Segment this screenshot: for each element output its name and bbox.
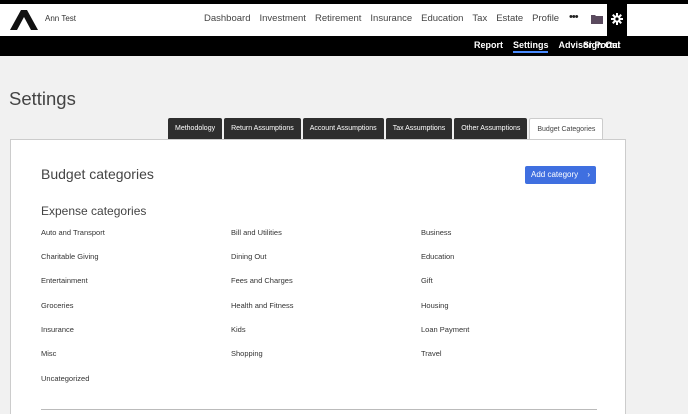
- category-item[interactable]: Entertainment: [41, 276, 88, 285]
- category-item[interactable]: Housing: [421, 301, 449, 310]
- budget-categories-panel: Budget categories Add category › Expense…: [10, 139, 626, 414]
- category-item[interactable]: Travel: [421, 349, 442, 358]
- tab-budget-categories[interactable]: Budget Categories: [529, 118, 604, 139]
- tab-return-assumptions[interactable]: Return Assumptions: [224, 118, 301, 139]
- subnav-item-report[interactable]: Report: [474, 40, 503, 53]
- category-item[interactable]: Charitable Giving: [41, 252, 99, 261]
- page-title: Settings: [9, 88, 76, 109]
- nav-item-tax[interactable]: Tax: [472, 13, 487, 24]
- category-item[interactable]: Loan Payment: [421, 325, 469, 334]
- more-icon[interactable]: •••: [569, 11, 579, 23]
- expense-categories-heading: Expense categories: [41, 204, 147, 218]
- nav-item-profile[interactable]: Profile: [532, 13, 559, 24]
- add-category-button[interactable]: Add category ›: [525, 166, 596, 184]
- nav-item-insurance[interactable]: Insurance: [370, 13, 412, 24]
- nav-links: Dashboard Investment Retirement Insuranc…: [204, 13, 568, 24]
- panel-title: Budget categories: [41, 166, 154, 182]
- panel-divider: [41, 409, 597, 410]
- nav-item-investment[interactable]: Investment: [259, 13, 305, 24]
- main-navbar: Ann Test Dashboard Investment Retirement…: [0, 4, 688, 36]
- chevron-right-icon: ›: [587, 170, 590, 179]
- category-item[interactable]: Bill and Utilities: [231, 228, 282, 237]
- category-item[interactable]: Kids: [231, 325, 246, 334]
- tab-methodology[interactable]: Methodology: [168, 118, 223, 139]
- category-item[interactable]: Groceries: [41, 301, 74, 310]
- add-category-label: Add category: [531, 170, 579, 179]
- nav-item-dashboard[interactable]: Dashboard: [204, 13, 250, 24]
- category-item[interactable]: Business: [421, 228, 451, 237]
- tab-account-assumptions[interactable]: Account Assumptions: [302, 118, 384, 139]
- gear-icon[interactable]: [611, 13, 623, 25]
- nav-item-education[interactable]: Education: [421, 13, 463, 24]
- nav-item-retirement[interactable]: Retirement: [315, 13, 361, 24]
- category-item[interactable]: Uncategorized: [41, 374, 89, 383]
- user-name[interactable]: Ann Test: [45, 14, 76, 23]
- category-item[interactable]: Gift: [421, 276, 433, 285]
- category-item[interactable]: Insurance: [41, 325, 74, 334]
- settings-tabs: Methodology Return Assumptions Account A…: [168, 118, 604, 139]
- logo-icon[interactable]: [10, 10, 38, 30]
- sign-out-link[interactable]: Sign Out: [583, 40, 621, 50]
- folder-icon[interactable]: [591, 14, 603, 24]
- category-item[interactable]: Dining Out: [231, 252, 266, 261]
- category-item[interactable]: Misc: [41, 349, 56, 358]
- tab-tax-assumptions[interactable]: Tax Assumptions: [385, 118, 453, 139]
- category-item[interactable]: Health and Fitness: [231, 301, 294, 310]
- tab-other-assumptions[interactable]: Other Assumptions: [454, 118, 528, 139]
- nav-item-estate[interactable]: Estate: [496, 13, 523, 24]
- category-item[interactable]: Fees and Charges: [231, 276, 293, 285]
- subnav-item-settings[interactable]: Settings: [512, 40, 549, 53]
- category-item[interactable]: Shopping: [231, 349, 263, 358]
- category-item[interactable]: Education: [421, 252, 454, 261]
- category-item[interactable]: Auto and Transport: [41, 228, 105, 237]
